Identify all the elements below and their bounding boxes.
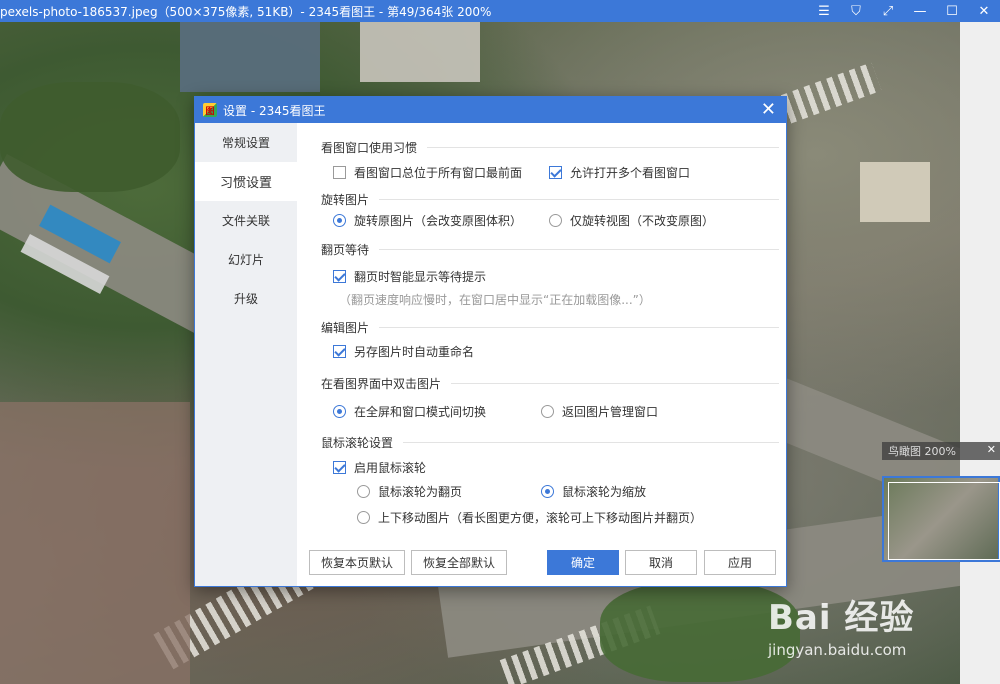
- viewer-titlebar: pexels-photo-186537.jpeg（500×375像素, 51KB…: [0, 0, 1000, 22]
- radio-circle[interactable]: [541, 485, 554, 498]
- restore-page-defaults-button[interactable]: 恢复本页默认: [309, 550, 405, 575]
- settings-dialog: 图 设置 - 2345看图王 ✕ 常规设置 习惯设置 文件关联 幻灯片 升级 看…: [194, 96, 787, 587]
- building: [860, 162, 930, 222]
- app-icon: 图: [203, 103, 217, 117]
- birdseye-header: 鸟瞰图 200% ✕: [882, 442, 1000, 460]
- building: [360, 22, 480, 82]
- radio-label: 旋转原图片（会改变原图体积）: [354, 214, 523, 228]
- checkbox-topmost[interactable]: 看图窗口总位于所有窗口最前面: [333, 164, 522, 181]
- checkbox-label: 看图窗口总位于所有窗口最前面: [354, 166, 523, 180]
- checkbox-box[interactable]: [333, 345, 346, 358]
- checkbox-label: 翻页时智能显示等待提示: [354, 270, 487, 284]
- apply-button[interactable]: 应用: [704, 550, 776, 575]
- radio-circle[interactable]: [549, 214, 562, 227]
- side-strip: [960, 22, 1000, 684]
- radio-dblclick-toggle[interactable]: 在全屏和窗口模式间切换: [333, 403, 486, 420]
- checkbox-enable-wheel[interactable]: 启用鼠标滚轮: [333, 459, 426, 476]
- tree-cluster: [0, 82, 180, 192]
- close-icon[interactable]: ✕: [987, 443, 996, 456]
- viewer-title: pexels-photo-186537.jpeg（500×375像素, 51KB…: [0, 4, 492, 19]
- radio-label: 鼠标滚轮为缩放: [562, 485, 647, 499]
- building: [180, 22, 320, 92]
- minimize-icon[interactable]: —: [904, 0, 936, 22]
- checkbox-box[interactable]: [333, 270, 346, 283]
- section-title-text: 翻页等待: [321, 243, 370, 257]
- checkbox-box[interactable]: [333, 166, 346, 179]
- radio-rotate-view[interactable]: 仅旋转视图（不改变原图）: [549, 212, 714, 229]
- window-controls: ☰ ⛉ ⤢ — ☐ ✕: [808, 0, 1000, 22]
- nav-item-general[interactable]: 常规设置: [195, 123, 297, 162]
- nav-item-file-association[interactable]: 文件关联: [195, 201, 297, 240]
- watermark-url: jingyan.baidu.com: [768, 641, 907, 659]
- radio-label: 在全屏和窗口模式间切换: [354, 405, 487, 419]
- radio-label: 上下移动图片（看长图更方便，滚轮可上下移动图片并翻页）: [378, 511, 703, 525]
- radio-label: 返回图片管理窗口: [562, 405, 659, 419]
- section-title-wheel: 鼠标滚轮设置: [321, 434, 779, 451]
- close-icon[interactable]: ✕: [968, 0, 1000, 22]
- radio-wheel-zoom[interactable]: 鼠标滚轮为缩放: [541, 483, 646, 500]
- checkbox-label: 允许打开多个看图窗口: [570, 166, 691, 180]
- settings-content: 看图窗口使用习惯 看图窗口总位于所有窗口最前面 允许打开多个看图窗口 旋转图片 …: [297, 123, 786, 586]
- watermark-brand: Bai 经验: [768, 598, 915, 638]
- divider: [427, 147, 779, 148]
- radio-circle[interactable]: [357, 511, 370, 524]
- section-title-window: 看图窗口使用习惯: [321, 139, 779, 156]
- section-title-text: 旋转图片: [321, 193, 370, 207]
- nav-item-upgrade[interactable]: 升级: [195, 279, 297, 318]
- dialog-body: 常规设置 习惯设置 文件关联 幻灯片 升级 看图窗口使用习惯 看图窗口总位于所有…: [195, 123, 786, 586]
- close-icon[interactable]: ✕: [761, 99, 776, 121]
- cancel-button[interactable]: 取消: [625, 550, 697, 575]
- section-title-text: 看图窗口使用习惯: [321, 141, 418, 155]
- radio-circle[interactable]: [333, 405, 346, 418]
- divider: [379, 199, 779, 200]
- skin-icon[interactable]: ⛉: [840, 0, 872, 22]
- dialog-titlebar: 图 设置 - 2345看图王 ✕: [195, 97, 786, 123]
- section-title-edit: 编辑图片: [321, 319, 779, 336]
- fullscreen-icon[interactable]: ⤢: [872, 0, 904, 22]
- checkbox-label: 启用鼠标滚轮: [354, 461, 427, 475]
- checkbox-box[interactable]: [333, 461, 346, 474]
- wait-hint: （翻页速度响应慢时，在窗口居中显示“正在加载图像...”）: [339, 293, 651, 307]
- maximize-icon[interactable]: ☐: [936, 0, 968, 22]
- section-title-text: 编辑图片: [321, 321, 370, 335]
- radio-circle[interactable]: [333, 214, 346, 227]
- dialog-title: 设置 - 2345看图王: [223, 103, 326, 118]
- nav-item-slideshow[interactable]: 幻灯片: [195, 240, 297, 279]
- section-title-dblclick: 在看图界面中双击图片: [321, 375, 779, 392]
- radio-dblclick-back[interactable]: 返回图片管理窗口: [541, 403, 658, 420]
- divider: [451, 383, 779, 384]
- radio-rotate-original[interactable]: 旋转原图片（会改变原图体积）: [333, 212, 522, 229]
- radio-label: 鼠标滚轮为翻页: [378, 485, 463, 499]
- nav-item-habits[interactable]: 习惯设置: [195, 162, 297, 201]
- birdseye-label: 鸟瞰图 200%: [888, 445, 956, 458]
- section-title-rotate: 旋转图片: [321, 191, 779, 208]
- menu-icon[interactable]: ☰: [808, 0, 840, 22]
- checkbox-multi-window[interactable]: 允许打开多个看图窗口: [549, 164, 690, 181]
- birdseye-viewport[interactable]: [888, 482, 1000, 560]
- settings-nav: 常规设置 习惯设置 文件关联 幻灯片 升级: [195, 123, 297, 586]
- divider: [379, 249, 779, 250]
- radio-wheel-page[interactable]: 鼠标滚轮为翻页: [357, 483, 462, 500]
- section-title-wait: 翻页等待: [321, 241, 779, 258]
- ok-button[interactable]: 确定: [547, 550, 619, 575]
- divider: [379, 327, 779, 328]
- divider: [403, 442, 779, 443]
- plaza: [0, 402, 190, 684]
- radio-label: 仅旋转视图（不改变原图）: [570, 214, 715, 228]
- watermark: Bai 经验 jingyan.baidu.com: [768, 590, 914, 659]
- checkbox-smart-wait[interactable]: 翻页时智能显示等待提示: [333, 268, 486, 285]
- radio-wheel-move[interactable]: 上下移动图片（看长图更方便，滚轮可上下移动图片并翻页）: [357, 509, 702, 526]
- radio-circle[interactable]: [357, 485, 370, 498]
- checkbox-auto-rename[interactable]: 另存图片时自动重命名: [333, 343, 474, 360]
- radio-circle[interactable]: [541, 405, 554, 418]
- checkbox-label: 另存图片时自动重命名: [354, 345, 475, 359]
- birdseye-thumbnail[interactable]: [882, 476, 1000, 562]
- checkbox-box[interactable]: [549, 166, 562, 179]
- section-title-text: 鼠标滚轮设置: [321, 436, 394, 450]
- section-title-text: 在看图界面中双击图片: [321, 377, 442, 391]
- restore-all-defaults-button[interactable]: 恢复全部默认: [411, 550, 507, 575]
